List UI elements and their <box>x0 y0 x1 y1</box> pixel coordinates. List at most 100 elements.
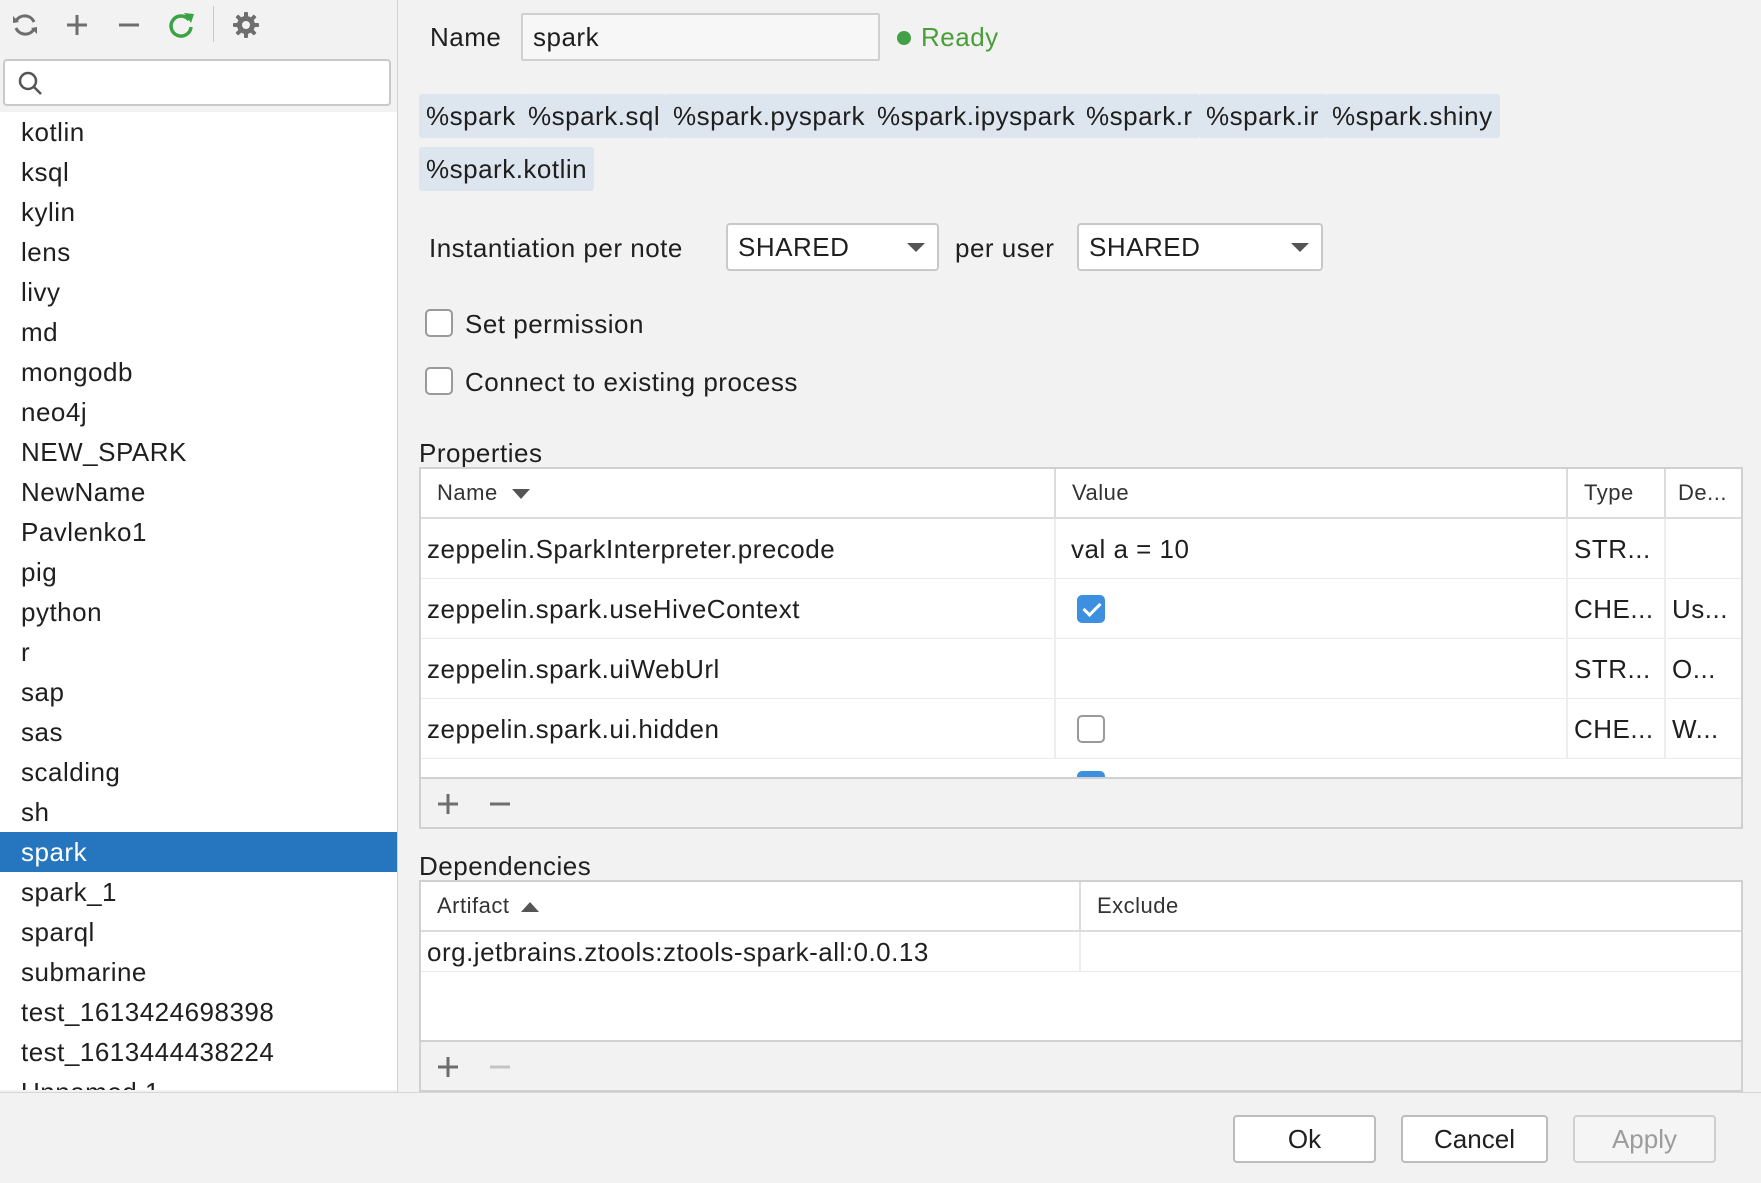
interpreter-list-item[interactable]: sas <box>0 712 397 752</box>
property-value-cell[interactable] <box>1071 699 1561 759</box>
refresh-icon[interactable] <box>7 7 43 43</box>
column-separator <box>1566 639 1568 699</box>
instantiation-per-note-select[interactable]: SHARED <box>726 223 939 271</box>
column-separator <box>1664 639 1666 699</box>
property-type-cell[interactable]: STR... <box>1574 519 1660 579</box>
property-row[interactable]: zeppelin.spark.uiWebUrl STR... O... <box>421 639 1741 699</box>
property-value-checkbox[interactable] <box>1077 595 1105 623</box>
interpreter-list-item[interactable]: test_1613424698398 <box>0 992 397 1032</box>
property-value-checkbox[interactable] <box>1077 715 1105 743</box>
status-dot-icon <box>897 31 911 45</box>
interpreter-list-item[interactable]: scalding <box>0 752 397 792</box>
interpreter-list-item[interactable]: NEW_SPARK <box>0 432 397 472</box>
interpreter-list-item[interactable]: NewName <box>0 472 397 512</box>
ok-button[interactable]: Ok <box>1233 1115 1376 1163</box>
property-name-cell[interactable]: zeppelin.spark.ui.hidden <box>427 699 1047 759</box>
property-row-partial <box>421 759 1741 777</box>
restart-icon[interactable] <box>163 7 199 43</box>
property-row[interactable]: zeppelin.spark.ui.hidden CHE... W... <box>421 699 1741 759</box>
interpreter-list-item[interactable]: sh <box>0 792 397 832</box>
property-name-cell[interactable]: zeppelin.spark.useHiveContext <box>427 579 1047 639</box>
name-label: Name <box>430 22 502 52</box>
interpreter-list-item[interactable]: livy <box>0 272 397 312</box>
interpreter-list-item[interactable]: kylin <box>0 192 397 232</box>
interpreter-list-item[interactable]: kotlin <box>0 112 397 152</box>
column-header-exclude[interactable]: Exclude <box>1081 882 1741 930</box>
column-separator <box>1566 699 1568 759</box>
property-description-cell[interactable]: O... <box>1672 639 1741 699</box>
property-row[interactable]: zeppelin.SparkInterpreter.precode val a =… <box>421 519 1741 579</box>
sidebar-toolbar <box>0 0 396 52</box>
property-value-cell[interactable]: val a = 10 <box>1071 519 1561 579</box>
remove-dependency-button[interactable] <box>482 1049 518 1085</box>
connect-existing-process-checkbox[interactable] <box>425 367 453 395</box>
dependencies-title: Dependencies <box>419 851 592 881</box>
property-value-cell[interactable] <box>1071 579 1561 639</box>
search-input[interactable] <box>49 67 379 97</box>
column-header-artifact[interactable]: Artifact <box>421 882 1079 930</box>
interpreter-list-item[interactable]: lens <box>0 232 397 272</box>
column-header-value[interactable]: Value <box>1056 469 1566 517</box>
minus-icon <box>490 802 510 806</box>
interpreter-list-item[interactable]: mongodb <box>0 352 397 392</box>
interpreter-list-item[interactable]: test_1613444438224 <box>0 1032 397 1072</box>
property-name-cell[interactable]: zeppelin.spark.uiWebUrl <box>427 639 1047 699</box>
interpreter-list-item[interactable]: md <box>0 312 397 352</box>
column-header-name[interactable]: Name <box>421 469 1054 517</box>
sort-descending-icon <box>511 489 530 500</box>
dependency-artifact-cell[interactable]: org.jetbrains.ztools:ztools-spark-all:0.… <box>427 932 1077 972</box>
interpreter-list-item[interactable]: sparql <box>0 912 397 952</box>
column-separator <box>1079 932 1081 972</box>
property-description-cell[interactable]: W... <box>1672 699 1741 759</box>
property-type-cell[interactable]: CHE... <box>1574 699 1660 759</box>
interpreter-list-item[interactable]: neo4j <box>0 392 397 432</box>
property-row[interactable]: zeppelin.spark.useHiveContext CHE... Us... <box>421 579 1741 639</box>
interpreter-sidebar: kotlin ksql kylin lens livy md mongodb neo4j NEW… <box>0 0 398 1092</box>
column-separator <box>1664 469 1666 517</box>
dependency-exclude-cell[interactable] <box>1097 932 1737 972</box>
property-type-cell[interactable]: CHE... <box>1574 579 1660 639</box>
interpreter-list-item[interactable]: spark_1 <box>0 872 397 912</box>
dependency-row[interactable]: org.jetbrains.ztools:ztools-spark-all:0.… <box>421 932 1741 972</box>
column-header-description[interactable]: De... <box>1666 469 1743 517</box>
interpreter-tag: %spark.ipyspark <box>870 94 1083 138</box>
set-permission-label: Set permission <box>465 309 644 339</box>
plus-icon[interactable] <box>59 7 95 43</box>
interpreter-list-item[interactable]: python <box>0 592 397 632</box>
property-description-cell[interactable] <box>1672 519 1741 579</box>
add-dependency-button[interactable] <box>430 1049 466 1085</box>
per-user-value: SHARED <box>1089 232 1201 262</box>
add-property-button[interactable] <box>430 786 466 822</box>
interpreter-tag: %spark.shiny <box>1325 94 1500 138</box>
interpreter-list: kotlin ksql kylin lens livy md mongodb neo4j NEW… <box>0 112 397 1090</box>
connect-existing-process-label: Connect to existing process <box>465 367 798 397</box>
column-separator <box>1054 519 1056 579</box>
minus-icon[interactable] <box>111 7 147 43</box>
column-separator <box>1079 882 1081 930</box>
interpreter-list-item[interactable]: r <box>0 632 397 672</box>
cancel-button[interactable]: Cancel <box>1401 1115 1548 1163</box>
property-type-cell[interactable]: STR... <box>1574 639 1660 699</box>
dependencies-footer <box>421 1040 1741 1090</box>
apply-button[interactable]: Apply <box>1573 1115 1716 1163</box>
interpreter-list-item[interactable]: submarine <box>0 952 397 992</box>
interpreter-list-item[interactable]: pig <box>0 552 397 592</box>
interpreter-list-item[interactable]: spark <box>0 832 397 872</box>
sort-ascending-icon <box>521 902 540 913</box>
interpreter-list-item[interactable]: Pavlenko1 <box>0 512 397 552</box>
column-separator <box>1054 699 1056 759</box>
search-field[interactable] <box>3 59 391 106</box>
set-permission-checkbox[interactable] <box>425 309 453 337</box>
remove-property-button[interactable] <box>482 786 518 822</box>
property-description-cell[interactable]: Us... <box>1672 579 1741 639</box>
interpreter-list-item[interactable]: ksql <box>0 152 397 192</box>
column-header-type[interactable]: Type <box>1568 469 1664 517</box>
gear-icon[interactable] <box>228 7 264 43</box>
per-user-select[interactable]: SHARED <box>1077 223 1323 271</box>
property-name-cell[interactable]: zeppelin.SparkInterpreter.precode <box>427 519 1047 579</box>
property-value-cell[interactable] <box>1071 639 1561 699</box>
interpreter-list-item[interactable]: sap <box>0 672 397 712</box>
dependencies-table: Artifact Exclude org.jetbrains.ztools:zt… <box>419 880 1743 1092</box>
name-input[interactable]: spark <box>521 13 880 61</box>
interpreter-list-item[interactable]: Unnamed 1 <box>0 1072 397 1090</box>
